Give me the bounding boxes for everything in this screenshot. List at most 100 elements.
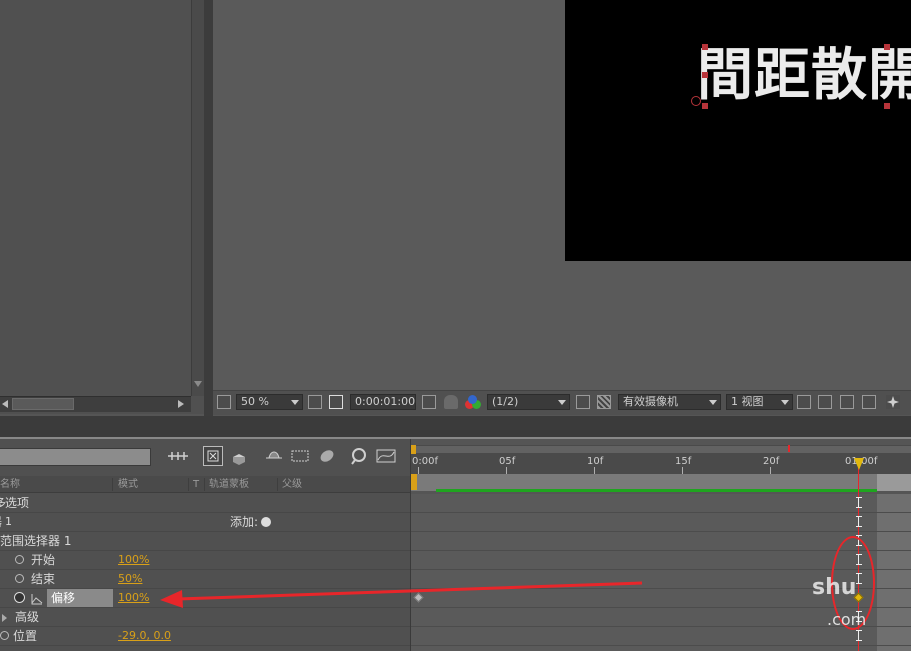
comp-mini-flowchart-icon[interactable] <box>166 446 188 466</box>
property-value[interactable]: -29.0, 0.0 <box>118 627 171 645</box>
graph-editor-icon[interactable] <box>375 446 396 466</box>
column-t[interactable]: T <box>193 476 199 493</box>
ruler-tick <box>594 467 595 474</box>
show-snapshot-icon[interactable] <box>444 395 458 409</box>
ruler-tick <box>682 467 683 474</box>
ruler-label: 05f <box>499 456 516 467</box>
scroll-left-arrow-icon[interactable] <box>2 400 8 408</box>
frame-blending-icon[interactable] <box>290 446 310 466</box>
scrollbar-thumb[interactable] <box>12 398 74 410</box>
views-dropdown[interactable]: 1 视图 <box>726 394 793 410</box>
property-row-position[interactable]: 位置 -29.0, 0.0 <box>0 627 410 646</box>
motion-blur-icon[interactable] <box>316 446 336 466</box>
column-parent[interactable]: 父级 <box>282 476 302 493</box>
add-menu-label[interactable]: 添加: <box>230 513 258 531</box>
timeline-icon[interactable] <box>840 395 854 409</box>
column-mode[interactable]: 模式 <box>118 476 138 493</box>
work-area-start-handle[interactable] <box>411 474 417 490</box>
keyframe-track-area[interactable] <box>411 494 877 651</box>
property-value[interactable]: 50% <box>118 570 142 588</box>
track-separator <box>411 645 911 646</box>
property-value[interactable]: 100% <box>118 589 149 607</box>
keyframe-navigator-icon <box>856 516 862 527</box>
ruler-tick <box>418 467 419 474</box>
zoom-dropdown[interactable]: 50 % <box>236 394 303 410</box>
work-area-end[interactable] <box>877 474 911 491</box>
zoom-value: 50 % <box>241 395 269 408</box>
column-separator <box>277 478 278 491</box>
camera-dropdown[interactable]: 有效摄像机 <box>618 394 721 410</box>
hide-shy-layers-icon[interactable] <box>264 446 284 466</box>
safe-areas-icon[interactable] <box>308 395 322 409</box>
bounding-box-handle[interactable] <box>884 103 890 109</box>
panel-divider[interactable] <box>204 0 213 416</box>
bounding-box-handle[interactable] <box>702 72 708 78</box>
scroll-down-arrow-icon[interactable] <box>194 381 202 387</box>
column-separator <box>204 478 205 491</box>
time-navigator[interactable] <box>411 446 911 453</box>
panel-divider-horizontal <box>0 416 911 438</box>
stopwatch-icon[interactable] <box>0 631 9 640</box>
property-row-options[interactable]: 多 选项 <box>0 494 410 513</box>
transparency-grid-icon[interactable] <box>597 395 611 409</box>
chevron-down-icon <box>291 400 299 405</box>
playhead-handle-icon[interactable] <box>854 458 864 470</box>
keyframe-navigator-icon <box>856 497 862 508</box>
graph-icon[interactable] <box>31 592 43 605</box>
composition-canvas[interactable] <box>565 0 911 261</box>
stopwatch-icon[interactable] <box>15 555 24 564</box>
column-separator <box>188 478 189 491</box>
anchor-point-icon[interactable] <box>691 96 701 106</box>
stopwatch-icon[interactable] <box>15 574 24 583</box>
property-row-range-selector[interactable]: 范围选择器 1 <box>0 532 410 551</box>
property-value[interactable]: 100% <box>118 551 149 569</box>
bounding-box-handle[interactable] <box>884 44 890 50</box>
flowchart-icon[interactable] <box>862 395 876 409</box>
ruler-label: 20f <box>763 456 780 467</box>
watermark-logo: shu <box>812 575 857 600</box>
stopwatch-active-icon[interactable] <box>14 592 25 603</box>
row-label: 选项 <box>5 496 30 510</box>
timeline-search-input[interactable] <box>0 448 151 466</box>
row-label: 偏移 <box>51 591 76 605</box>
scroll-right-arrow-icon[interactable] <box>178 400 184 408</box>
bounding-box-handle[interactable] <box>702 103 708 109</box>
bounding-box-handle[interactable] <box>702 44 708 50</box>
keyframe-navigator-icon <box>856 630 862 641</box>
property-row-start[interactable]: 开始 100% <box>0 551 410 570</box>
ruler-label: 10f <box>587 456 604 467</box>
property-row-advanced[interactable]: 高级 <box>0 608 410 627</box>
add-menu-arrow-icon[interactable] <box>261 517 271 527</box>
chevron-down-icon <box>709 400 717 405</box>
ruler-tick <box>770 467 771 474</box>
navigator-start-handle[interactable] <box>411 445 416 454</box>
resolution-dropdown[interactable]: (1/2) <box>487 394 570 410</box>
channel-rgb-icon[interactable] <box>465 395 482 410</box>
row-label: 范围选择器 1 <box>0 534 72 548</box>
mask-visibility-icon[interactable] <box>329 395 343 409</box>
region-of-interest-icon[interactable] <box>576 395 590 409</box>
brainstorm-icon[interactable] <box>349 446 369 466</box>
project-vertical-scrollbar[interactable] <box>191 0 204 396</box>
fast-previews-icon[interactable] <box>818 395 832 409</box>
column-name[interactable]: 名称 <box>0 476 20 493</box>
snapshot-camera-icon[interactable] <box>422 395 436 409</box>
exposure-icon[interactable] <box>886 395 900 409</box>
row-label: 结束 <box>31 572 56 586</box>
track-area-outside-work <box>877 494 911 651</box>
always-preview-icon[interactable] <box>217 395 231 409</box>
current-time-display[interactable]: 0:00:01:00 <box>350 394 416 410</box>
row-label: 位置 <box>13 629 38 643</box>
column-track-matte[interactable]: 轨道蒙板 <box>209 476 249 493</box>
project-panel <box>0 0 208 414</box>
property-row-animator[interactable]: 器 1 添加: <box>0 513 410 532</box>
live-update-icon[interactable] <box>203 446 223 466</box>
timeline-column-header: 名称 模式 T 轨道蒙板 父级 <box>0 476 410 493</box>
toggle-pixel-aspect-icon[interactable] <box>797 395 811 409</box>
layer-duration-bar[interactable] <box>436 489 877 492</box>
composition-text-layer[interactable]: 間距散開 <box>697 42 911 108</box>
draft-3d-icon[interactable] <box>229 446 249 466</box>
camera-value: 有效摄像机 <box>623 395 678 408</box>
expand-arrow-icon[interactable] <box>2 614 7 622</box>
track-separator <box>411 531 911 532</box>
